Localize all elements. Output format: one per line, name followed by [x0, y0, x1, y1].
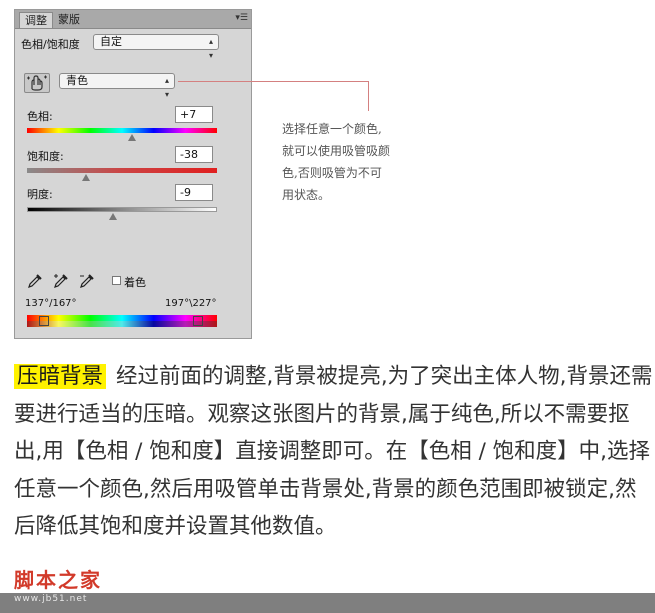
hue-slider-thumb[interactable]: [127, 134, 136, 141]
adjustments-panel: 调整 蒙版 ▾☰ 色相/饱和度 自定 ▴ ▾ 青色 ▴ ▾ 色相: +7 饱和度: …: [14, 9, 252, 339]
eyedropper-plus-icon[interactable]: [53, 273, 69, 289]
range-left-value: 137°/167°: [25, 298, 77, 309]
channel-value: 青色: [66, 74, 88, 87]
hue-slider-track[interactable]: [27, 128, 217, 133]
section-heading: 压暗背景: [14, 364, 107, 389]
range-right-value: 197°\227°: [165, 298, 217, 309]
channel-select[interactable]: 青色 ▴ ▾: [59, 73, 175, 99]
preset-label: 色相/饱和度: [21, 38, 80, 51]
range-bar-bottom: [27, 321, 217, 327]
lightness-label: 明度:: [27, 188, 53, 201]
tab-masks[interactable]: 蒙版: [53, 12, 85, 28]
footer-bar: [0, 593, 655, 613]
watermark-url: www.jb51.net: [14, 594, 88, 604]
annotation-line: 色,否则吸管为不可: [282, 166, 382, 180]
lightness-input[interactable]: -9: [175, 184, 213, 201]
annotation-leader-horizontal: [178, 81, 369, 82]
annotation-line: 就可以使用吸管吸颜: [282, 144, 391, 158]
saturation-input[interactable]: -38: [175, 146, 213, 163]
eyedropper-icon[interactable]: [27, 273, 43, 289]
tab-adjustments[interactable]: 调整: [19, 12, 53, 28]
annotation-line: 选择任意一个颜色,: [282, 122, 382, 136]
watermark-title: 脚本之家: [14, 568, 102, 592]
saturation-slider-thumb[interactable]: [81, 174, 90, 181]
hand-target-icon[interactable]: [24, 73, 50, 93]
colorize-checkbox[interactable]: [112, 276, 121, 285]
annotation-note: 选择任意一个颜色, 就可以使用吸管吸颜 色,否则吸管为不可 用状态。: [282, 118, 452, 206]
saturation-slider-track[interactable]: [27, 168, 217, 173]
hue-label: 色相:: [27, 110, 53, 123]
range-handle-right[interactable]: [193, 316, 203, 326]
saturation-label: 饱和度:: [27, 150, 64, 163]
panel-menu-icon[interactable]: ▾☰: [235, 13, 248, 23]
preset-value: 自定: [100, 35, 122, 48]
article-paragraph: 压暗背景 经过前面的调整,背景被提亮,为了突出主体人物,背景还需要进行适当的压暗。…: [14, 358, 654, 546]
lightness-slider-thumb[interactable]: [108, 213, 117, 220]
dropdown-arrow-icon: ▴ ▾: [208, 37, 213, 60]
article-body: 经过前面的调整,背景被提亮,为了突出主体人物,背景还需要进行适当的压暗。观察这张…: [14, 364, 653, 539]
annotation-leader-vertical: [368, 81, 369, 111]
colorize-label: 着色: [124, 276, 146, 289]
range-handle-left[interactable]: [39, 316, 49, 326]
hue-input[interactable]: +7: [175, 106, 213, 123]
lightness-slider-track[interactable]: [27, 207, 217, 212]
panel-tabbar: 调整 蒙版 ▾☰: [15, 10, 251, 29]
annotation-line: 用状态。: [282, 188, 331, 202]
dropdown-arrow-icon: ▴ ▾: [164, 76, 169, 99]
eyedropper-minus-icon[interactable]: [79, 273, 95, 289]
preset-select[interactable]: 自定 ▴ ▾: [93, 34, 219, 60]
